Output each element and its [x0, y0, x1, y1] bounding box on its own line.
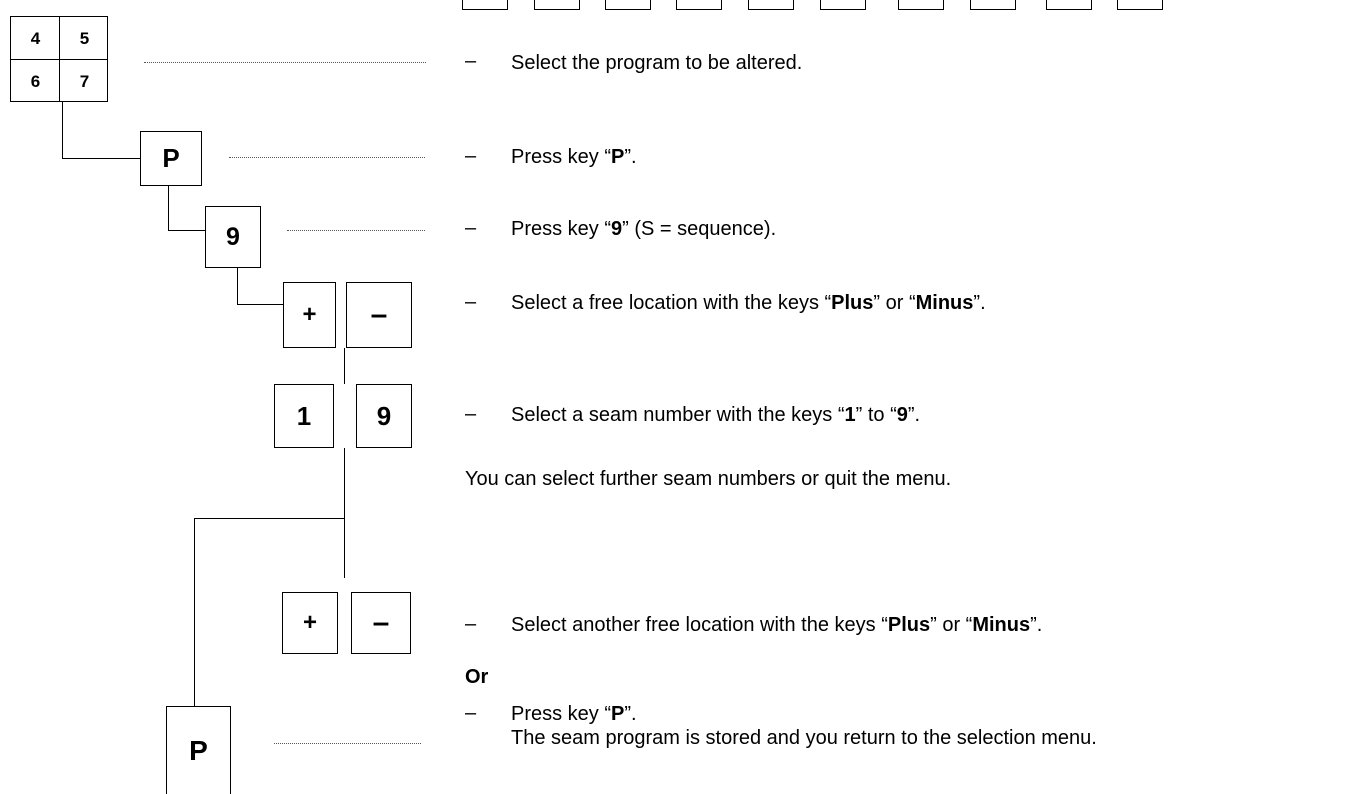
connector-line	[168, 186, 169, 230]
connector-line	[344, 448, 345, 578]
dotted-leader	[144, 62, 426, 63]
step-final-press-p: Press key “P”.	[511, 703, 637, 725]
step-select-program: Select the program to be altered.	[511, 52, 803, 74]
top-key	[970, 0, 1016, 10]
step-another-location: Select another free location with the ke…	[511, 614, 1043, 636]
connector-line	[62, 102, 63, 158]
step-dash: –	[465, 291, 477, 313]
key-5: 5	[79, 28, 90, 48]
step-dash: –	[465, 702, 477, 724]
key-6: 6	[30, 71, 41, 91]
key-plus: +	[282, 592, 338, 654]
top-key	[898, 0, 944, 10]
top-key	[748, 0, 794, 10]
connector-line	[344, 348, 345, 384]
key-p: P	[166, 706, 231, 794]
step-dash: –	[465, 145, 477, 167]
top-key	[1046, 0, 1092, 10]
key-minus: –	[351, 592, 411, 654]
key-9: 9	[205, 206, 261, 268]
connector-line	[194, 518, 344, 519]
step-dash: –	[465, 403, 477, 425]
top-key	[534, 0, 580, 10]
key-4: 4	[30, 28, 41, 48]
top-key	[1117, 0, 1163, 10]
connector-line	[194, 518, 195, 706]
step-press-9: Press key “9” (S = sequence).	[511, 218, 777, 240]
key-7: 7	[79, 71, 90, 91]
program-keypad: 4 5 6 7	[10, 16, 108, 102]
step-dash: –	[465, 50, 477, 72]
stored-note: The seam program is stored and you retur…	[511, 727, 1097, 749]
dotted-leader	[287, 230, 425, 231]
dotted-leader	[229, 157, 425, 158]
connector-line	[237, 304, 283, 305]
step-free-location: Select a free location with the keys “Pl…	[511, 292, 986, 314]
key-minus: –	[346, 282, 412, 348]
step-press-p: Press key “P”.	[511, 146, 637, 168]
connector-line	[62, 158, 140, 159]
step-seam-number: Select a seam number with the keys “1” t…	[511, 404, 921, 426]
or-label: Or	[465, 666, 489, 688]
dotted-leader	[274, 743, 421, 744]
step-dash: –	[465, 217, 477, 239]
top-key	[820, 0, 866, 10]
connector-line	[168, 230, 205, 231]
key-p: P	[140, 131, 202, 186]
connector-line	[237, 268, 238, 304]
top-key	[676, 0, 722, 10]
step-dash: –	[465, 613, 477, 635]
key-9: 9	[356, 384, 412, 448]
key-1: 1	[274, 384, 334, 448]
further-note: You can select further seam numbers or q…	[465, 468, 952, 490]
top-key	[605, 0, 651, 10]
top-key	[462, 0, 508, 10]
key-plus: +	[283, 282, 336, 348]
